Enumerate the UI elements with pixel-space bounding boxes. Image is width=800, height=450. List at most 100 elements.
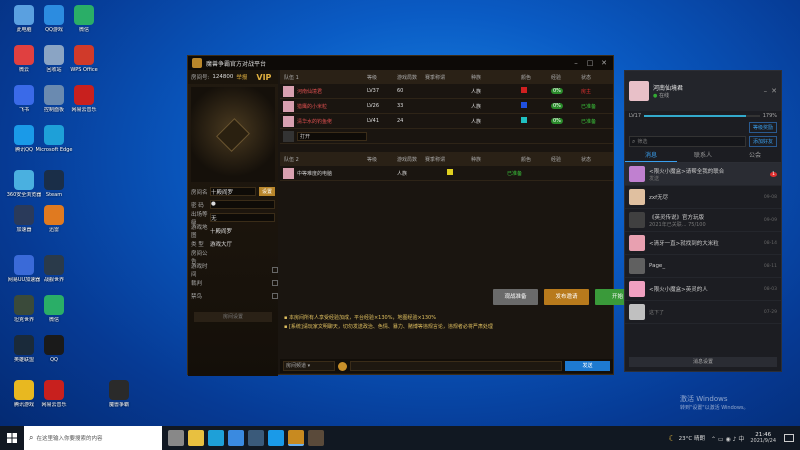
unread-badge: 1 <box>770 171 777 177</box>
start-button[interactable] <box>0 426 24 450</box>
emoji-icon[interactable] <box>338 361 347 371</box>
user-status[interactable]: ● 在线 <box>653 92 683 99</box>
message-item[interactable]: <限火小魔盒>请帮全我的联合 发送 1 <box>625 163 781 186</box>
message-item[interactable]: Page_ 08-11 <box>625 255 781 278</box>
avatar <box>629 304 645 320</box>
team1-list: 河南仙境君 LV37 60 人族 0% 房主 猎鹰的小米粒 LV26 33 人族 0% 已准备 清华水的… <box>280 84 613 144</box>
player-slot[interactable]: 中等难度的电脑 人族 已准备 <box>280 166 613 181</box>
player-race: 人族 <box>471 103 482 110</box>
close-icon[interactable]: ✕ <box>771 87 777 95</box>
player-slot[interactable]: 猎鹰的小米粒 LV26 33 人族 0% 已准备 <box>280 99 613 114</box>
player-games: 33 <box>397 103 404 109</box>
player-slot[interactable]: 清华水的钓鱼佬 LV41 24 人族 0% 已准备 <box>280 114 613 129</box>
player-color[interactable] <box>521 102 551 110</box>
desktop-icon[interactable]: 微信 <box>35 295 73 323</box>
message-item[interactable]: 《英灵传说》官方玩版 2021年已关联... 75/100 09-09 <box>625 209 781 232</box>
level-reward-button[interactable]: 等级奖励 <box>748 122 777 133</box>
exp-pct: 179% <box>762 113 777 119</box>
desktop-icon[interactable]: 战舰世界 <box>35 255 73 283</box>
search-box[interactable]: ⌕ 筛选 <box>629 136 746 147</box>
player-games: 24 <box>397 118 404 124</box>
room-id-label: 房间号: <box>191 75 210 81</box>
message-item[interactable]: 这下了 07-29 <box>625 301 781 324</box>
notice-exp-text: 本房间所有人享受经验加成，平台经验×130%，地图经验×130% <box>288 315 436 321</box>
clock[interactable]: 21:46 2021/9/24 <box>750 432 776 444</box>
message-item[interactable]: <清牙一直>就找到的大米粒 08-14 <box>625 232 781 255</box>
weather-icon[interactable]: ☾ <box>668 434 675 443</box>
player-race: 人族 <box>471 88 482 95</box>
app-icon <box>14 335 34 355</box>
app-icon <box>44 295 64 315</box>
room-settings-button[interactable]: 设置 <box>258 187 275 196</box>
tab-messages[interactable]: 消息 <box>625 149 677 162</box>
explorer-icon[interactable] <box>188 430 204 446</box>
message-item[interactable]: <限火小魔盒>英灵的人 08-03 <box>625 278 781 301</box>
col-status: 状态 <box>581 74 592 81</box>
taskbar-search-input[interactable]: 在这里输入你要搜索的内容 <box>36 434 102 442</box>
desktop-icon[interactable]: 迅雷 <box>35 205 73 233</box>
desktop-icon[interactable]: WPS Office <box>65 45 103 73</box>
message-sender: Page_ <box>649 263 666 269</box>
desktop-icon[interactable]: 魔兽争霸 <box>100 380 138 408</box>
player-avatar <box>283 85 294 97</box>
col-race: 种族 <box>471 74 482 81</box>
tab-guild[interactable]: 公会 <box>729 149 781 162</box>
app-icon <box>44 255 64 275</box>
player-color[interactable] <box>521 87 551 95</box>
checkbox[interactable] <box>272 279 278 286</box>
player-color[interactable] <box>521 117 551 125</box>
store-icon[interactable] <box>228 430 244 446</box>
player-color[interactable] <box>447 169 477 177</box>
add-friend-button[interactable]: 添加好友 <box>748 136 777 147</box>
weather-text[interactable]: 23°C 晴朗 <box>679 434 705 442</box>
close-icon[interactable]: ✕ <box>599 59 609 67</box>
room-info-value[interactable]: 十殿阎罗 <box>210 187 256 196</box>
desktop-icon[interactable]: 网易云音乐 <box>65 85 103 113</box>
desktop-icon[interactable]: QQ <box>35 335 73 363</box>
player-slot[interactable]: 打开 <box>280 129 613 144</box>
player-slot[interactable]: 河南仙境君 LV37 60 人族 0% 房主 <box>280 84 613 99</box>
task-view-icon[interactable] <box>168 430 184 446</box>
app-logo-icon <box>192 58 202 68</box>
edge-icon[interactable] <box>208 430 224 446</box>
message-settings-button[interactable]: 消息设置 <box>629 357 777 367</box>
room-options-button[interactable]: 房间设置 <box>194 312 272 322</box>
invite-button[interactable]: 发布邀请 <box>544 289 589 305</box>
message-item[interactable]: zxf无尽 09-08 <box>625 186 781 209</box>
desktop-icon-label: Microsoft Edge <box>35 147 73 153</box>
avatar[interactable] <box>629 81 649 101</box>
room-info-value[interactable]: ● <box>210 200 275 209</box>
col-status: 状态 <box>581 156 592 163</box>
desktop-icon[interactable]: 网易云音乐 <box>35 380 73 408</box>
search-input[interactable]: 筛选 <box>637 138 647 145</box>
teams-panel: 队伍 1 等级 游戏局数 赛季称谓 种族 颜色 经验 状态 河南仙境君 LV37 6… <box>280 70 691 376</box>
minimize-icon[interactable]: – <box>764 87 768 95</box>
qq-icon[interactable] <box>268 430 284 446</box>
report-link[interactable]: 举报 <box>236 73 247 81</box>
tray-icons[interactable]: ⌃ ▭ ◉ ♪ 中 <box>711 434 744 443</box>
col-level: 等级 <box>367 156 378 163</box>
warcraft-icon[interactable] <box>308 430 324 446</box>
observe-button[interactable]: 观战准备 <box>493 289 538 305</box>
maximize-icon[interactable]: □ <box>585 59 595 67</box>
exp-badge: 0% <box>551 118 563 124</box>
chat-input[interactable] <box>350 361 562 371</box>
room-info-value[interactable]: 无 <box>210 213 275 222</box>
taskbar-search[interactable]: ⌕ 在这里输入你要搜索的内容 <box>24 426 162 450</box>
minimize-icon[interactable]: – <box>571 59 581 67</box>
desktop-icon[interactable]: Steam <box>35 170 73 198</box>
checkbox[interactable] <box>272 266 278 273</box>
channel-select[interactable]: 房间频道 ▾ <box>283 361 335 371</box>
title-bar[interactable]: 魔兽争霸官方对战平台 – □ ✕ <box>188 56 613 70</box>
game-platform-icon[interactable] <box>288 430 304 446</box>
avatar <box>629 281 645 297</box>
send-button[interactable]: 发送 <box>565 361 610 371</box>
desktop-icon[interactable]: 微信 <box>65 5 103 33</box>
desktop-icon[interactable]: Microsoft Edge <box>35 125 73 153</box>
checkbox[interactable] <box>272 292 278 299</box>
steam-icon[interactable] <box>248 430 264 446</box>
message-preview: 发送 <box>649 175 660 182</box>
room-info-row: 游戏时间 <box>188 263 278 278</box>
tab-contacts[interactable]: 联系人 <box>677 149 729 162</box>
notification-icon[interactable] <box>784 434 794 442</box>
